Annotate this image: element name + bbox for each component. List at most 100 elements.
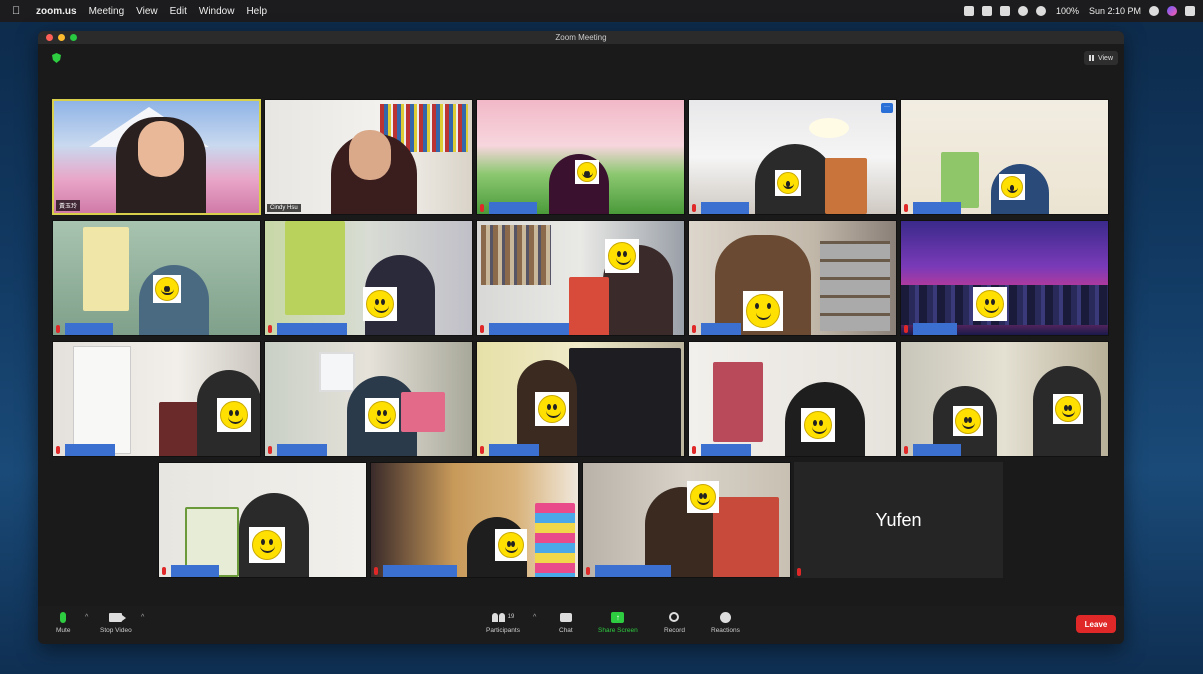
mic-muted-icon	[692, 446, 696, 454]
participant-face	[349, 130, 391, 180]
video-tile[interactable]	[158, 462, 367, 578]
video-tile[interactable]: ···	[688, 99, 897, 215]
reactions-label: Reactions	[711, 627, 740, 634]
smiley-icon	[777, 172, 799, 194]
menu-help[interactable]: Help	[246, 6, 267, 17]
participants-button[interactable]: 19 Participants	[486, 610, 520, 634]
mute-button[interactable]: Mute	[56, 610, 70, 634]
smiley-icon	[746, 294, 780, 328]
control-center-icon[interactable]	[1185, 6, 1195, 16]
chat-button[interactable]: Chat	[559, 610, 573, 634]
name-bar	[277, 323, 347, 335]
video-tile[interactable]	[900, 99, 1109, 215]
video-tile[interactable]: Cindy Hsu	[264, 99, 473, 215]
menu-edit[interactable]: Edit	[170, 6, 187, 17]
smiley-mask	[249, 527, 285, 563]
name-bar	[913, 323, 957, 335]
smiley-icon	[955, 408, 981, 434]
participant-name: Yufen	[875, 509, 922, 530]
book	[535, 503, 575, 577]
microphone-icon	[60, 611, 67, 623]
book	[569, 277, 609, 335]
video-tile[interactable]	[370, 462, 579, 578]
record-icon	[669, 612, 680, 622]
mic-muted-icon	[374, 567, 378, 575]
video-tile[interactable]	[52, 220, 261, 336]
smiley-icon	[538, 395, 566, 423]
mic-muted-icon	[797, 568, 801, 576]
name-bar	[489, 323, 569, 335]
record-label: Record	[664, 627, 685, 634]
zoom-window: Zoom Meeting View 黃玉玲 Cindy Hsu ··· Yufe…	[38, 31, 1124, 644]
wifi-icon[interactable]	[1035, 6, 1046, 16]
smiley-icon	[368, 401, 396, 429]
bookshelf	[481, 225, 551, 285]
share-screen-icon: ↑	[611, 611, 625, 623]
name-bar	[383, 565, 457, 577]
mic-muted-icon	[480, 204, 484, 212]
spotlight-icon[interactable]	[1149, 6, 1159, 16]
name-bar	[913, 202, 961, 214]
name-bar	[171, 565, 219, 577]
participants-count: 19	[507, 614, 515, 620]
video-tile[interactable]	[688, 220, 897, 336]
video-tile[interactable]	[582, 462, 791, 578]
menu-window[interactable]: Window	[199, 6, 235, 17]
smiley-mask	[801, 408, 835, 442]
smiley-mask	[1053, 394, 1083, 424]
menu-app[interactable]: zoom.us	[36, 6, 77, 17]
book	[569, 348, 681, 456]
bluetooth-icon[interactable]	[1017, 6, 1028, 16]
mic-muted-icon	[268, 446, 272, 454]
name-bar	[701, 323, 741, 335]
smiley-icon	[252, 530, 282, 560]
book	[825, 158, 867, 214]
video-tile[interactable]	[476, 220, 685, 336]
smiley-mask	[575, 160, 599, 184]
share-screen-button[interactable]: ↑ Share Screen	[598, 610, 638, 634]
book	[83, 227, 129, 311]
leave-button[interactable]: Leave	[1076, 615, 1116, 633]
mic-muted-icon	[268, 325, 272, 333]
camera-icon[interactable]	[963, 6, 974, 16]
menu-meeting[interactable]: Meeting	[89, 6, 125, 17]
menu-view[interactable]: View	[136, 6, 158, 17]
audio-options-chevron-icon[interactable]: ^	[85, 614, 88, 621]
video-tile[interactable]	[476, 341, 685, 457]
participants-label: Participants	[486, 627, 520, 634]
smiley-icon	[577, 162, 597, 182]
smiley-mask	[605, 239, 639, 273]
video-tile[interactable]	[900, 341, 1109, 457]
participants-options-chevron-icon[interactable]: ^	[533, 614, 536, 621]
smiley-icon	[220, 401, 248, 429]
cloud-icon[interactable]	[981, 6, 992, 16]
record-button[interactable]: Record	[664, 610, 685, 634]
smiley-icon	[690, 484, 716, 510]
name-bar	[595, 565, 671, 577]
video-tile[interactable]	[688, 341, 897, 457]
siri-icon[interactable]	[1167, 6, 1177, 16]
video-tile[interactable]	[476, 99, 685, 215]
flag-icon[interactable]	[999, 6, 1010, 16]
security-shield-icon[interactable]	[52, 53, 61, 63]
clock[interactable]: Sun 2:10 PM	[1089, 6, 1141, 16]
battery-percentage[interactable]: 100%	[1056, 6, 1079, 16]
apple-icon[interactable]: 	[12, 5, 26, 17]
video-tile[interactable]	[52, 341, 261, 457]
video-off-tile[interactable]: Yufen	[794, 462, 1003, 578]
video-tile[interactable]	[264, 220, 473, 336]
view-button[interactable]: View	[1083, 51, 1118, 65]
smiley-icon	[1001, 176, 1023, 198]
video-tile[interactable]	[264, 341, 473, 457]
video-tile[interactable]	[900, 220, 1109, 336]
smiley-mask	[953, 406, 983, 436]
stop-video-button[interactable]: Stop Video	[100, 610, 132, 634]
smiley-mask	[687, 481, 719, 513]
reactions-button[interactable]: Reactions	[711, 610, 740, 634]
video-tile[interactable]: 黃玉玲	[52, 99, 261, 215]
name-bar	[489, 202, 537, 214]
more-options-button[interactable]: ···	[881, 103, 893, 113]
mic-muted-icon	[904, 446, 908, 454]
video-options-chevron-icon[interactable]: ^	[141, 614, 144, 621]
window-title: Zoom Meeting	[555, 33, 607, 42]
